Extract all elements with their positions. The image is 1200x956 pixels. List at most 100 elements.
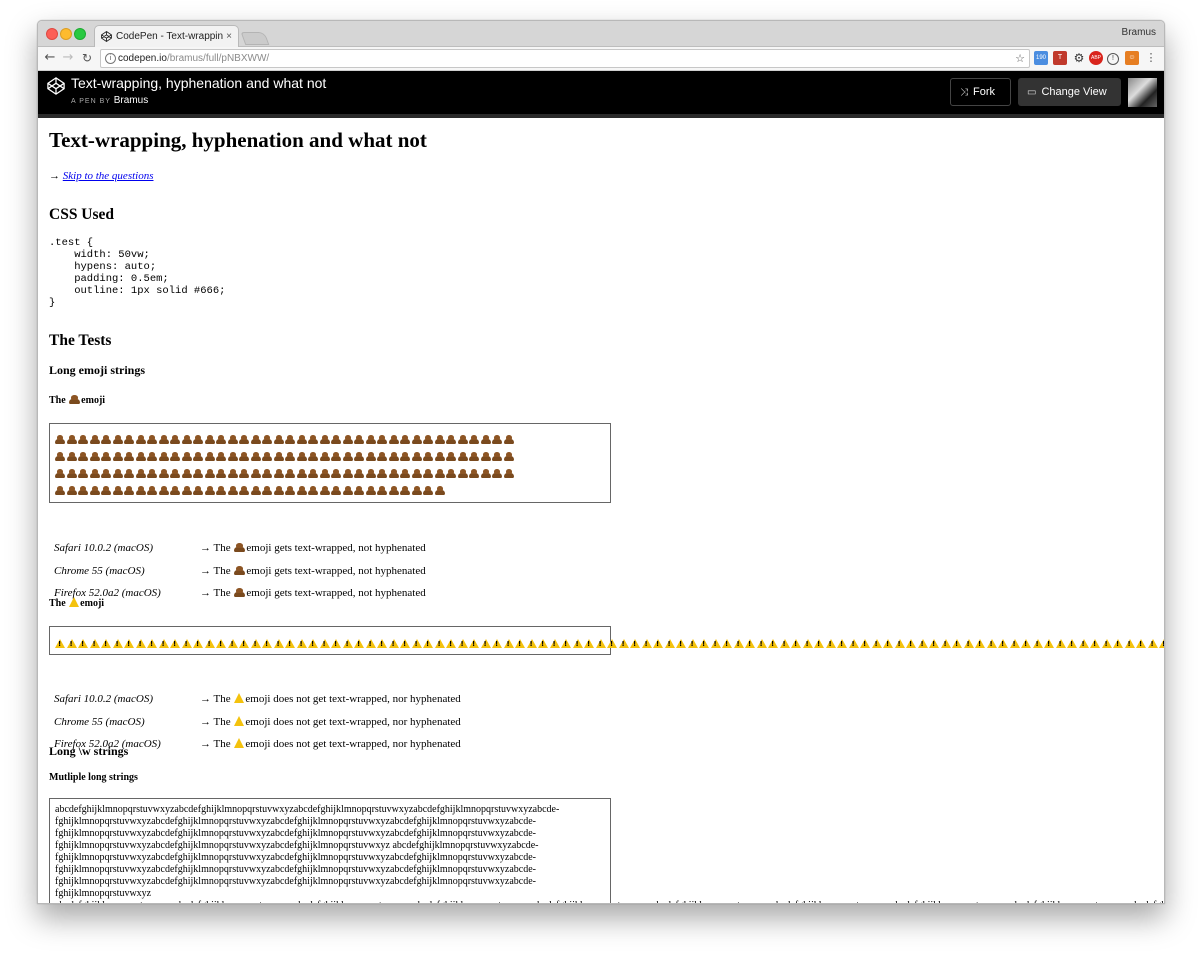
fork-button[interactable]: ⤨ Fork bbox=[950, 78, 1011, 106]
avatar[interactable] bbox=[1128, 78, 1157, 107]
warning-emoji-icon bbox=[963, 639, 974, 648]
author-link[interactable]: Bramus bbox=[114, 95, 148, 106]
warning-emoji-icon bbox=[699, 639, 709, 648]
warning-emoji-icon bbox=[998, 639, 1008, 648]
poo-emoji-icon bbox=[411, 468, 422, 478]
warning-emoji-icon bbox=[124, 639, 134, 648]
warning-emoji-icon bbox=[147, 639, 157, 648]
profile-name[interactable]: Bramus bbox=[1122, 27, 1156, 38]
new-tab-button[interactable] bbox=[240, 32, 270, 45]
warning-emoji-icon bbox=[503, 639, 514, 648]
poo-emoji-icon bbox=[101, 485, 111, 495]
warning-emoji-icon bbox=[354, 639, 364, 648]
warning-emoji-icon bbox=[234, 693, 245, 703]
poo-emoji-icon bbox=[55, 468, 65, 478]
address-bar[interactable]: i codepen.io/bramus/full/pNBXWW/ ☆ bbox=[100, 49, 1030, 68]
poo-emoji-icon bbox=[480, 468, 491, 478]
warning-emoji-icon bbox=[630, 639, 640, 648]
poo-emoji-icon bbox=[457, 468, 468, 478]
warning-emoji-icon bbox=[906, 639, 916, 648]
extension-t-icon[interactable]: T bbox=[1053, 51, 1067, 65]
poo-emoji-icon bbox=[66, 485, 77, 495]
poo-emoji-icon bbox=[250, 485, 261, 495]
poo-emoji-icon bbox=[388, 485, 399, 495]
extension-badge-icon[interactable]: 190 bbox=[1034, 51, 1048, 65]
warning-emoji-icon bbox=[871, 639, 882, 648]
poo-emoji-icon bbox=[342, 434, 353, 444]
poo-emoji-icon bbox=[446, 468, 456, 478]
warning-emoji-icon bbox=[1067, 639, 1077, 648]
css-code-block: .test { width: 50vw; hypens: auto; paddi… bbox=[49, 237, 226, 309]
tab-strip: CodePen - Text-wrapping, hyp × Bramus bbox=[38, 21, 1164, 47]
poo-emoji-heading: The emoji bbox=[49, 394, 105, 406]
warning-emoji-icon bbox=[664, 639, 675, 648]
url-text: codepen.io/bramus/full/pNBXWW/ bbox=[118, 50, 269, 67]
warning-emoji-icon bbox=[825, 639, 836, 648]
tab-close-icon[interactable]: × bbox=[226, 31, 232, 42]
poo-emoji-icon bbox=[503, 468, 514, 478]
warning-emoji-icon bbox=[1021, 639, 1031, 648]
poo-emoji-icon bbox=[147, 434, 157, 444]
minimize-window-button[interactable] bbox=[60, 28, 72, 40]
browser-menu-icon[interactable]: ⋮ bbox=[1144, 51, 1158, 65]
skip-to-questions-link[interactable]: Skip to the questions bbox=[63, 170, 154, 182]
site-info-icon[interactable]: i bbox=[105, 53, 116, 64]
back-arrow-icon[interactable]: ← bbox=[42, 50, 58, 66]
poo-emoji-icon bbox=[434, 468, 445, 478]
adblock-icon[interactable]: ABP bbox=[1089, 51, 1103, 65]
skip-link-row: → Skip to the questions bbox=[49, 170, 154, 182]
warning-test-box bbox=[49, 626, 1164, 655]
poo-emoji-row bbox=[55, 430, 605, 447]
forward-arrow-icon[interactable]: → bbox=[60, 50, 76, 66]
extension-face-icon[interactable]: ☺ bbox=[1125, 51, 1139, 65]
poo-emoji-icon bbox=[181, 468, 192, 478]
poo-heading-prefix: The bbox=[49, 395, 66, 406]
warning-emoji-icon bbox=[446, 639, 456, 648]
warning-emoji-icon bbox=[975, 639, 985, 648]
poo-emoji-icon bbox=[250, 451, 261, 461]
codepen-logo-icon[interactable] bbox=[47, 77, 65, 95]
poo-emoji-icon bbox=[469, 468, 479, 478]
poo-emoji-icon bbox=[342, 451, 353, 461]
warning-emoji-icon bbox=[135, 639, 146, 648]
extension-info-icon[interactable]: ! bbox=[1107, 53, 1119, 65]
extension-gear-icon[interactable]: ⚙ bbox=[1072, 51, 1086, 65]
reload-icon[interactable]: ↻ bbox=[79, 50, 95, 66]
poo-emoji-icon bbox=[296, 485, 307, 495]
warning-emoji-icon bbox=[894, 639, 905, 648]
poo-emoji-icon bbox=[250, 468, 261, 478]
warning-emoji-icon bbox=[814, 639, 824, 648]
warning-heading-suffix: emoji bbox=[80, 598, 105, 609]
close-window-button[interactable] bbox=[46, 28, 58, 40]
tab-codepen[interactable]: CodePen - Text-wrapping, hyp × bbox=[94, 25, 239, 47]
zoom-window-button[interactable] bbox=[74, 28, 86, 40]
poo-emoji-icon bbox=[273, 468, 284, 478]
warning-emoji-icon bbox=[469, 639, 479, 648]
poo-emoji-icon bbox=[193, 434, 203, 444]
warning-emoji-icon bbox=[377, 639, 387, 648]
poo-emoji-icon bbox=[101, 451, 111, 461]
bookmark-star-icon[interactable]: ☆ bbox=[1015, 50, 1025, 67]
warning-emoji-icon bbox=[250, 639, 261, 648]
poo-emoji-icon bbox=[124, 434, 134, 444]
fork-icon: ⤨ bbox=[960, 86, 968, 98]
warning-emoji-icon bbox=[584, 639, 594, 648]
warning-emoji-icon bbox=[216, 639, 226, 648]
warning-emoji-icon bbox=[234, 715, 245, 726]
poo-emoji-icon bbox=[400, 434, 410, 444]
pen-by-label: A PEN BY bbox=[71, 98, 111, 105]
warning-emoji-icon bbox=[791, 639, 801, 648]
poo-emoji-icon bbox=[457, 434, 468, 444]
poo-emoji-icon bbox=[319, 468, 330, 478]
verdict-text: emoji does not get text-wrapped, nor hyp… bbox=[245, 715, 461, 728]
warning-emoji-icon bbox=[618, 639, 629, 648]
poo-emoji-icon bbox=[354, 434, 364, 444]
verdict-prefix: → The bbox=[200, 542, 234, 554]
poo-emoji-icon bbox=[319, 485, 330, 495]
change-view-label: Change View bbox=[1041, 86, 1107, 98]
change-view-button[interactable]: ▭ Change View bbox=[1018, 78, 1121, 106]
long-string-line: fghijklmnopqrstuvwxyzabcdefghijklmnopqrs… bbox=[55, 864, 537, 875]
warning-emoji-icon bbox=[607, 639, 617, 648]
warning-emoji-icon bbox=[1136, 639, 1146, 648]
poo-emoji-icon bbox=[170, 468, 180, 478]
